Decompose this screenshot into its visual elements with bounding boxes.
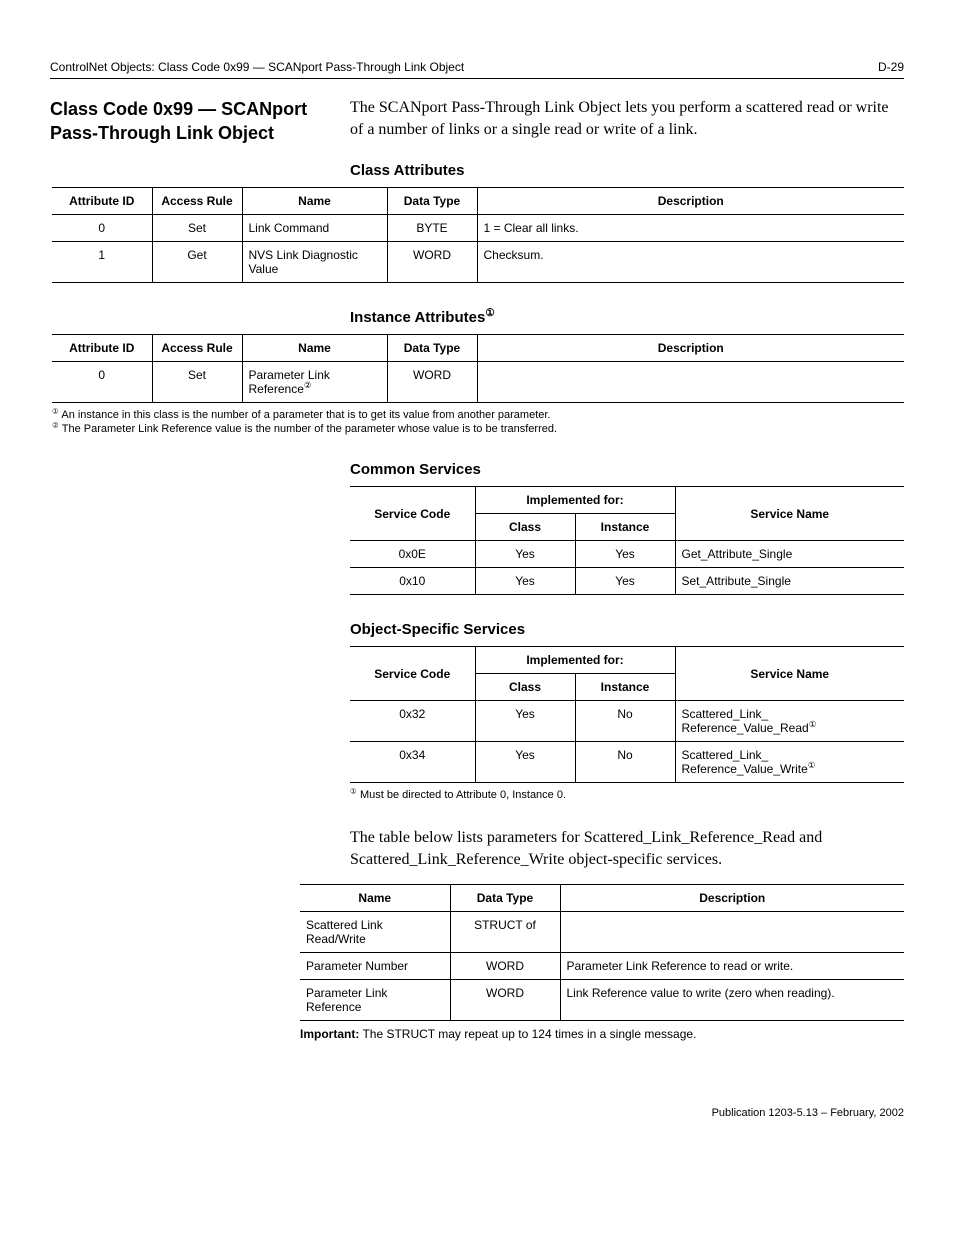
th-name: Name: [242, 188, 387, 215]
parameter-table: Name Data Type Description Scattered Lin…: [300, 884, 904, 1021]
th-attribute-id: Attribute ID: [52, 188, 152, 215]
table-row: 1 Get NVS Link Diagnostic Value WORD Che…: [52, 242, 904, 283]
object-specific-services-table: Service Code Implemented for: Service Na…: [350, 646, 904, 783]
th-service-code: Service Code: [350, 487, 475, 541]
footnote-1: ① An instance in this class is the numbe…: [52, 409, 904, 421]
important-note: Important: The STRUCT may repeat up to 1…: [300, 1027, 904, 1041]
th-name: Name: [242, 335, 387, 362]
table-row: 0x10 Yes Yes Set_Attribute_Single: [350, 568, 904, 595]
common-services-heading: Common Services: [350, 461, 904, 478]
class-attributes-table: Attribute ID Access Rule Name Data Type …: [52, 187, 904, 283]
table-row: 0 Set Link Command BYTE 1 = Clear all li…: [52, 215, 904, 242]
table-row: 0x0E Yes Yes Get_Attribute_Single: [350, 541, 904, 568]
table-row: Parameter Link Reference WORD Link Refer…: [300, 980, 904, 1021]
param-paragraph: The table below lists parameters for Sca…: [350, 827, 904, 870]
object-specific-services-heading: Object-Specific Services: [350, 621, 904, 638]
publication-footer: Publication 1203-5.13 – February, 2002: [50, 1107, 904, 1119]
th-data-type: Data Type: [387, 188, 477, 215]
th-name: Name: [300, 885, 450, 912]
th-service-name: Service Name: [675, 647, 904, 701]
th-access-rule: Access Rule: [152, 335, 242, 362]
footnote-2: ② The Parameter Link Reference value is …: [52, 423, 904, 435]
th-service-code: Service Code: [350, 647, 475, 701]
footnote-obj: ① Must be directed to Attribute 0, Insta…: [350, 789, 904, 801]
th-implemented-for: Implemented for:: [475, 647, 675, 674]
th-instance: Instance: [575, 674, 675, 701]
th-class: Class: [475, 674, 575, 701]
header-breadcrumb: ControlNet Objects: Class Code 0x99 — SC…: [50, 60, 464, 74]
intro-paragraph: The SCANport Pass-Through Link Object le…: [350, 97, 904, 140]
common-services-table: Service Code Implemented for: Service Na…: [350, 486, 904, 595]
th-instance: Instance: [575, 514, 675, 541]
page-header: ControlNet Objects: Class Code 0x99 — SC…: [50, 60, 904, 79]
th-attribute-id: Attribute ID: [52, 335, 152, 362]
table-row: 0x32 Yes No Scattered_Link_ Reference_Va…: [350, 701, 904, 742]
instance-attributes-table: Attribute ID Access Rule Name Data Type …: [52, 334, 904, 403]
th-description: Description: [477, 188, 904, 215]
table-row: Scattered Link Read/Write STRUCT of: [300, 912, 904, 953]
class-attributes-heading: Class Attributes: [350, 162, 904, 179]
th-description: Description: [477, 335, 904, 362]
section-title: Class Code 0x99 — SCANport Pass-Through …: [50, 97, 320, 146]
header-page-number: D-29: [878, 60, 904, 74]
table-row: 0x34 Yes No Scattered_Link_ Reference_Va…: [350, 742, 904, 783]
main-content: Class Code 0x99 — SCANport Pass-Through …: [50, 97, 904, 1067]
th-access-rule: Access Rule: [152, 188, 242, 215]
th-class: Class: [475, 514, 575, 541]
table-row: Parameter Number WORD Parameter Link Ref…: [300, 953, 904, 980]
table-row: 0 Set Parameter Link Reference② WORD: [52, 362, 904, 403]
th-implemented-for: Implemented for:: [475, 487, 675, 514]
th-description: Description: [560, 885, 904, 912]
th-data-type: Data Type: [450, 885, 560, 912]
instance-attributes-heading: Instance Attributes①: [350, 309, 904, 326]
th-service-name: Service Name: [675, 487, 904, 541]
th-data-type: Data Type: [387, 335, 477, 362]
